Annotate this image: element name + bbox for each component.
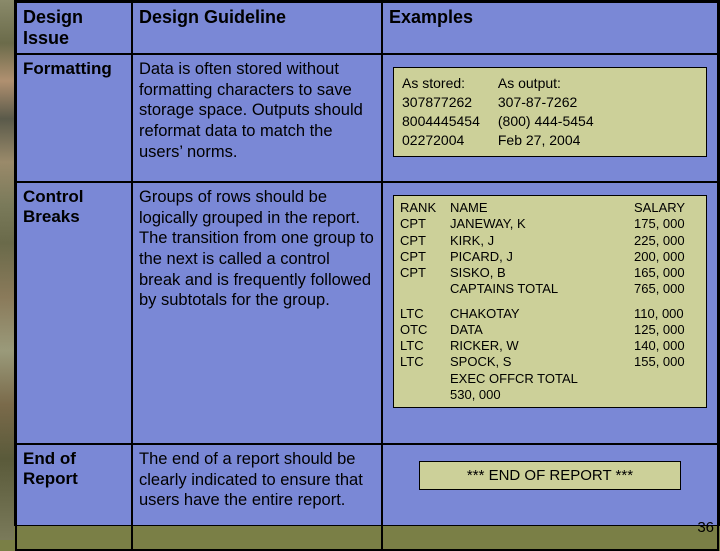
example-end-cell: *** END OF REPORT *** <box>382 444 718 550</box>
example-formatting-cell: As stored: 307877262 8004445454 02272004… <box>382 54 718 182</box>
header-row: Design Issue Design Guideline Examples <box>16 2 718 54</box>
example-control-box: RANK NAME SALARY CPT JANEWAY, K 175, 000… <box>393 195 707 408</box>
example-formatting-box: As stored: 307877262 8004445454 02272004… <box>393 67 707 157</box>
header-examples: Examples <box>382 2 718 54</box>
output-value: (800) 444-5454 <box>498 112 594 131</box>
issue-end: End of Report <box>16 444 132 550</box>
page-number: 36 <box>697 519 714 536</box>
row-end-of-report: End of Report The end of a report should… <box>16 444 718 550</box>
stored-value: 8004445454 <box>402 112 480 131</box>
output-value: Feb 27, 2004 <box>498 131 594 150</box>
stored-value: 307877262 <box>402 93 480 112</box>
guideline-end: The end of a report should be clearly in… <box>132 444 382 550</box>
col-name: NAME <box>450 200 634 216</box>
output-column: As output: 307-87-7262 (800) 444-5454 Fe… <box>498 74 594 150</box>
report-subtotal-row: CAPTAINS TOTAL 765, 000 <box>400 281 700 297</box>
issue-formatting: Formatting <box>16 54 132 182</box>
report-subtotal-value: 530, 000 <box>400 387 700 403</box>
stored-label: As stored: <box>402 74 480 93</box>
issue-control: Control Breaks <box>16 182 132 444</box>
report-row: LTC CHAKOTAY 110, 000 <box>400 306 700 322</box>
col-salary: SALARY <box>634 200 700 216</box>
report-row: CPT KIRK, J 225, 000 <box>400 233 700 249</box>
header-guideline: Design Guideline <box>132 2 382 54</box>
guideline-control: Groups of rows should be logically group… <box>132 182 382 444</box>
example-end-box: *** END OF REPORT *** <box>419 461 681 490</box>
report-row: OTC DATA 125, 000 <box>400 322 700 338</box>
header-issue: Design Issue <box>16 2 132 54</box>
report-subtotal-row: EXEC OFFCR TOTAL <box>400 371 700 387</box>
slide-body: Design Issue Design Guideline Examples F… <box>14 0 720 526</box>
stored-column: As stored: 307877262 8004445454 02272004 <box>402 74 480 150</box>
report-row: LTC SPOCK, S 155, 000 <box>400 354 700 370</box>
row-formatting: Formatting Data is often stored without … <box>16 54 718 182</box>
report-row: CPT JANEWAY, K 175, 000 <box>400 216 700 232</box>
output-value: 307-87-7262 <box>498 93 594 112</box>
col-rank: RANK <box>400 200 450 216</box>
example-control-cell: RANK NAME SALARY CPT JANEWAY, K 175, 000… <box>382 182 718 444</box>
stored-value: 02272004 <box>402 131 480 150</box>
design-guidelines-table: Design Issue Design Guideline Examples F… <box>15 1 719 551</box>
report-row: LTC RICKER, W 140, 000 <box>400 338 700 354</box>
output-label: As output: <box>498 74 594 93</box>
guideline-formatting: Data is often stored without formatting … <box>132 54 382 182</box>
report-row: CPT PICARD, J 200, 000 <box>400 249 700 265</box>
window-edge-strip <box>0 0 14 540</box>
row-control-breaks: Control Breaks Groups of rows should be … <box>16 182 718 444</box>
report-row: CPT SISKO, B 165, 000 <box>400 265 700 281</box>
report-header-row: RANK NAME SALARY <box>400 200 700 216</box>
